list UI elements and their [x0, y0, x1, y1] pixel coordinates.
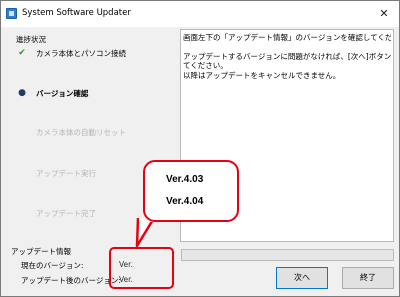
window-title: System Software Updater — [22, 8, 131, 18]
step-label: カメラ本体の自動リセット — [36, 128, 126, 137]
update-progress-bar — [181, 249, 394, 261]
version-highlight-box — [109, 247, 174, 289]
step-version-check: ● バージョン確認 — [6, 87, 178, 101]
step-camera-connect: ✔ カメラ本体とパソコン接続 — [6, 47, 178, 61]
finish-button[interactable]: 終了 — [342, 267, 394, 289]
callout-current-version: Ver.4.03 — [166, 174, 204, 185]
step-auto-reset: カメラ本体の自動リセット — [6, 126, 178, 140]
current-version-label: 現在のバージョン: — [21, 261, 84, 270]
version-callout: Ver.4.03 Ver.4.04 — [143, 160, 239, 222]
message-line: 画面左下の「アップデート情報」のバージョンを確認してください。 — [183, 33, 391, 42]
callout-tail — [135, 218, 156, 248]
close-button[interactable]: ✕ — [373, 4, 395, 24]
step-label: アップデート実行 — [36, 169, 96, 178]
step-label: アップデート完了 — [36, 209, 96, 218]
title-bar: System Software Updater ✕ — [1, 1, 399, 27]
next-button[interactable]: 次へ — [276, 267, 328, 289]
step-label: カメラ本体とパソコン接続 — [36, 49, 126, 58]
message-line: てください。 — [183, 61, 228, 70]
updater-window: System Software Updater ✕ 進捗状況 ✔ カメラ本体とパ… — [0, 0, 400, 297]
message-line: アップデートするバージョンに問題がなければ、[次へ]ボタンを押し — [183, 51, 391, 61]
steps-heading: 進捗状況 — [16, 35, 46, 44]
current-step-icon: ● — [18, 88, 26, 98]
app-icon — [6, 8, 17, 19]
new-version-label: アップデート後のバージョン: — [21, 276, 121, 285]
step-label: バージョン確認 — [36, 89, 89, 98]
callout-new-version: Ver.4.04 — [166, 196, 204, 207]
message-line: 以降はアップデートをキャンセルできません。 — [183, 70, 341, 80]
update-info-heading: アップデート情報 — [11, 247, 71, 256]
check-icon: ✔ — [18, 48, 26, 58]
